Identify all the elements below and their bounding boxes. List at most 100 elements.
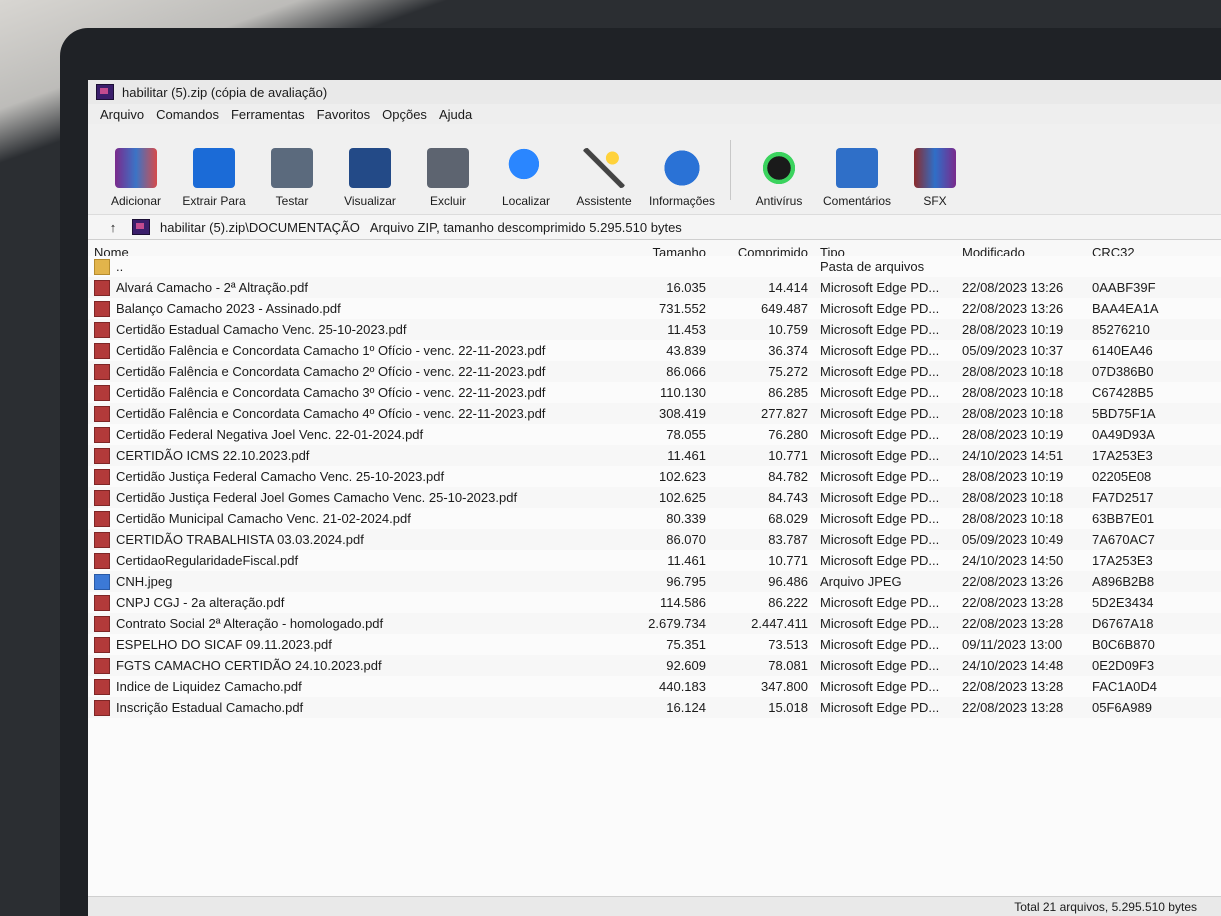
file-name-cell[interactable]: CERTIDÃO ICMS 22.10.2023.pdf [88, 447, 620, 464]
file-type: Microsoft Edge PD... [820, 553, 940, 568]
file-modified: 24/10/2023 14:51 [962, 448, 1064, 463]
table-row[interactable]: Certidão Justiça Federal Joel Gomes Cama… [88, 487, 1221, 508]
file-name-cell[interactable]: Certidão Falência e Concordata Camacho 3… [88, 384, 620, 401]
menu-opcoes[interactable]: Opções [382, 107, 427, 122]
table-row[interactable]: Indice de Liquidez Camacho.pdf 440.183 347… [88, 676, 1221, 697]
file-name-cell[interactable]: .. [88, 258, 620, 275]
file-crc32: B0C6B870 [1092, 637, 1155, 652]
file-name-cell[interactable]: Certidão Federal Negativa Joel Venc. 22-… [88, 426, 620, 443]
file-name-cell[interactable]: Balanço Camacho 2023 - Assinado.pdf [88, 300, 620, 317]
table-row[interactable]: FGTS CAMACHO CERTIDÃO 24.10.2023.pdf 92.6… [88, 655, 1221, 676]
file-compressed: 36.374 [768, 343, 808, 358]
file-name-cell[interactable]: CNH.jpeg [88, 573, 620, 590]
file-crc32: 0E2D09F3 [1092, 658, 1155, 673]
file-name: Alvará Camacho - 2ª Altração.pdf [116, 280, 308, 295]
find-button[interactable]: Localizar [494, 148, 558, 208]
file-name-cell[interactable]: Certidão Estadual Camacho Venc. 25-10-20… [88, 321, 620, 338]
sfx-button[interactable]: SFX [903, 148, 967, 208]
file-crc32: 05F6A989 [1092, 700, 1152, 715]
test-label: Testar [275, 194, 309, 208]
table-row[interactable]: Certidão Federal Negativa Joel Venc. 22-… [88, 424, 1221, 445]
file-compressed: 649.487 [761, 301, 808, 316]
file-crc32: 5BD75F1A [1092, 406, 1156, 421]
table-row[interactable]: Alvará Camacho - 2ª Altração.pdf 16.035 14… [88, 277, 1221, 298]
table-row[interactable]: Inscrição Estadual Camacho.pdf 16.124 15.0… [88, 697, 1221, 718]
file-type: Microsoft Edge PD... [820, 469, 940, 484]
file-name-cell[interactable]: Inscrição Estadual Camacho.pdf [88, 699, 620, 716]
file-size: 114.586 [659, 595, 706, 610]
file-name-cell[interactable]: Contrato Social 2ª Alteração - homologad… [88, 615, 620, 632]
file-name-cell[interactable]: ESPELHO DO SICAF 09.11.2023.pdf [88, 636, 620, 653]
file-name-cell[interactable]: CERTIDÃO TRABALHISTA 03.03.2024.pdf [88, 531, 620, 548]
menu-ajuda[interactable]: Ajuda [439, 107, 472, 122]
path-bar: ↑ habilitar (5).zip\DOCUMENTAÇÃO Arquivo… [88, 215, 1221, 240]
table-row[interactable]: CERTIDÃO ICMS 22.10.2023.pdf 11.461 10.771… [88, 445, 1221, 466]
file-name-cell[interactable]: CertidaoRegularidadeFiscal.pdf [88, 552, 620, 569]
path-info: Arquivo ZIP, tamanho descomprimido 5.295… [369, 219, 682, 235]
file-size: 80.339 [666, 511, 706, 526]
file-crc32: D6767A18 [1092, 616, 1154, 631]
delete-icon [427, 148, 469, 188]
file-name-cell[interactable]: Certidão Falência e Concordata Camacho 1… [88, 342, 620, 359]
pdf-file-icon [94, 321, 110, 338]
table-row[interactable]: Certidão Falência e Concordata Camacho 4… [88, 403, 1221, 424]
file-name-cell[interactable]: Indice de Liquidez Camacho.pdf [88, 678, 620, 695]
file-name-cell[interactable]: Certidão Municipal Camacho Venc. 21-02-2… [88, 510, 620, 527]
add-icon [115, 148, 157, 188]
file-name-cell[interactable]: Certidão Justiça Federal Camacho Venc. 2… [88, 468, 620, 485]
view-button[interactable]: Visualizar [338, 148, 402, 208]
table-row[interactable]: Balanço Camacho 2023 - Assinado.pdf 731.5… [88, 298, 1221, 319]
table-row[interactable]: Certidão Falência e Concordata Camacho 1… [88, 340, 1221, 361]
file-list: .. Pasta de arquivos Alvará Camacho - 2ª A… [88, 256, 1221, 896]
file-type: Pasta de arquivos [820, 259, 925, 274]
antivirus-button[interactable]: Antivírus [747, 148, 811, 208]
file-crc32: 63BB7E01 [1092, 511, 1155, 526]
file-type: Microsoft Edge PD... [820, 406, 940, 421]
path-location[interactable]: habilitar (5).zip\DOCUMENTAÇÃO [160, 220, 360, 235]
table-row[interactable]: CertidaoRegularidadeFiscal.pdf 11.461 10.7… [88, 550, 1221, 571]
table-row[interactable]: Certidão Municipal Camacho Venc. 21-02-2… [88, 508, 1221, 529]
delete-button[interactable]: Excluir [416, 148, 480, 208]
file-crc32: 02205E08 [1092, 469, 1152, 484]
table-row[interactable]: CNH.jpeg 96.795 96.486 Arquivo JPEG 22/08/20… [88, 571, 1221, 592]
file-modified: 28/08/2023 10:18 [962, 385, 1064, 400]
pdf-file-icon [94, 489, 110, 506]
extract-button[interactable]: Extrair Para [182, 148, 246, 208]
file-size: 16.124 [666, 700, 706, 715]
table-row[interactable]: CNPJ CGJ - 2a alteração.pdf 114.586 86.222… [88, 592, 1221, 613]
menu-arquivo[interactable]: Arquivo [100, 107, 144, 122]
table-row[interactable]: CERTIDÃO TRABALHISTA 03.03.2024.pdf 86.07… [88, 529, 1221, 550]
file-size: 86.070 [666, 532, 706, 547]
menu-favoritos[interactable]: Favoritos [317, 107, 370, 122]
menu-ferramentas[interactable]: Ferramentas [231, 107, 305, 122]
file-type: Microsoft Edge PD... [820, 511, 940, 526]
file-name-cell[interactable]: Certidão Falência e Concordata Camacho 4… [88, 405, 620, 422]
file-modified: 22/08/2023 13:28 [962, 616, 1064, 631]
add-button[interactable]: Adicionar [104, 148, 168, 208]
wizard-button[interactable]: Assistente [572, 148, 636, 208]
table-row[interactable]: Certidão Falência e Concordata Camacho 2… [88, 361, 1221, 382]
comment-button[interactable]: Comentários [823, 148, 891, 208]
table-row[interactable]: .. Pasta de arquivos [88, 256, 1221, 277]
file-modified: 28/08/2023 10:18 [962, 364, 1064, 379]
info-icon [661, 148, 703, 188]
file-name-cell[interactable]: FGTS CAMACHO CERTIDÃO 24.10.2023.pdf [88, 657, 620, 674]
table-row[interactable]: Certidão Falência e Concordata Camacho 3… [88, 382, 1221, 403]
menu-comandos[interactable]: Comandos [156, 107, 219, 122]
file-name-cell[interactable]: Certidão Falência e Concordata Camacho 2… [88, 363, 620, 380]
file-name-cell[interactable]: CNPJ CGJ - 2a alteração.pdf [88, 594, 620, 611]
file-type: Microsoft Edge PD... [820, 679, 940, 694]
file-name-cell[interactable]: Certidão Justiça Federal Joel Gomes Cama… [88, 489, 620, 506]
file-name-cell[interactable]: Alvará Camacho - 2ª Altração.pdf [88, 279, 620, 296]
test-button[interactable]: Testar [260, 148, 324, 208]
file-compressed: 10.759 [768, 322, 808, 337]
file-modified: 22/08/2023 13:26 [962, 574, 1064, 589]
up-arrow-icon[interactable]: ↑ [104, 220, 122, 235]
table-row[interactable]: Certidão Justiça Federal Camacho Venc. 2… [88, 466, 1221, 487]
table-row[interactable]: Contrato Social 2ª Alteração - homologad… [88, 613, 1221, 634]
table-row[interactable]: ESPELHO DO SICAF 09.11.2023.pdf 75.351 73.… [88, 634, 1221, 655]
table-row[interactable]: Certidão Estadual Camacho Venc. 25-10-20… [88, 319, 1221, 340]
info-button[interactable]: Informações [649, 148, 715, 208]
file-crc32: 85276210 [1092, 322, 1150, 337]
file-crc32: 17A253E3 [1092, 448, 1153, 463]
